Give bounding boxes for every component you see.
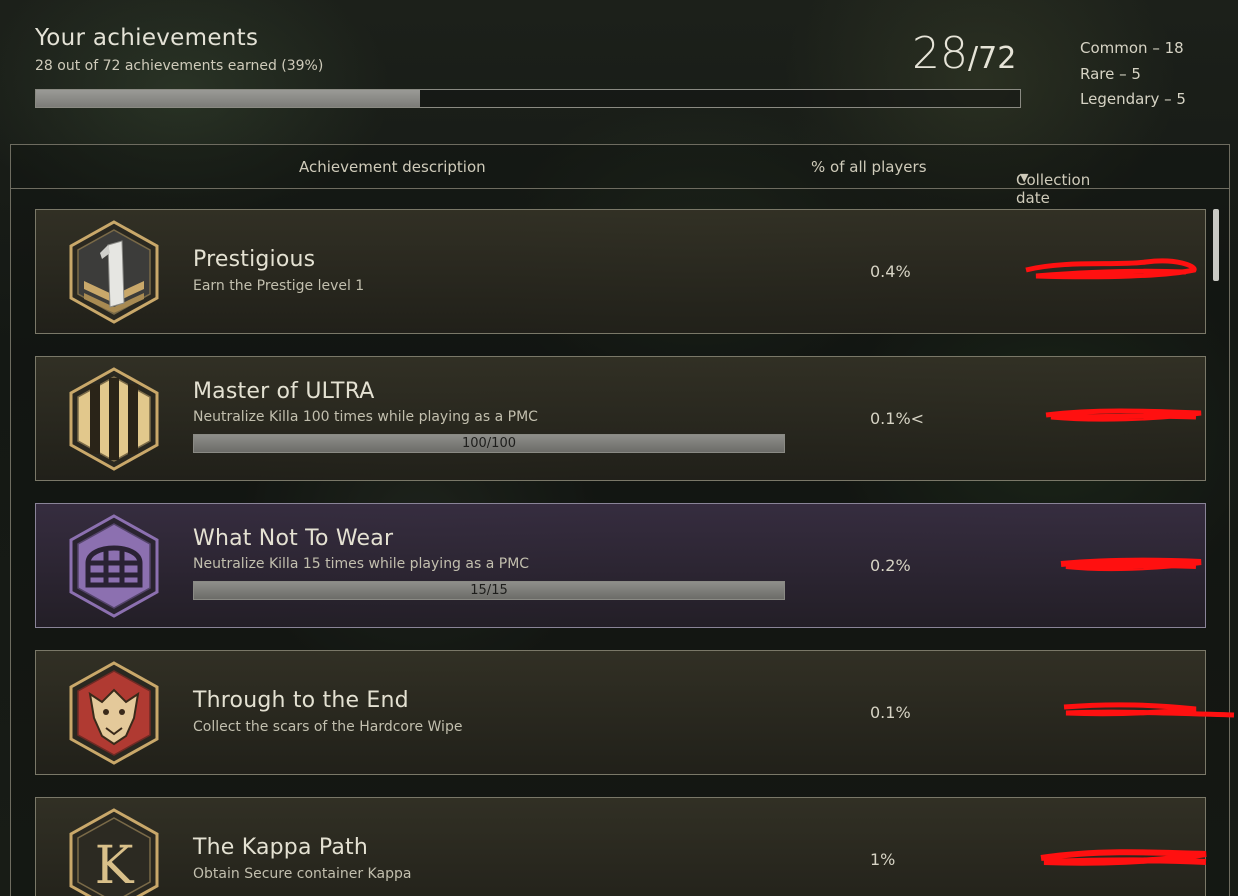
column-header: Achievement description % of all players…	[11, 145, 1229, 207]
achievement-description: Neutralize Killa 100 times while playing…	[193, 409, 538, 425]
achievement-row[interactable]: Through to the End Collect the scars of …	[35, 650, 1235, 775]
achievement-title: Through to the End	[193, 688, 409, 713]
achievement-description: Neutralize Killa 15 times while playing …	[193, 556, 530, 572]
earned-count: 28	[912, 28, 968, 79]
achievement-progress-bar: 100/100	[193, 434, 785, 453]
total-count: 72	[978, 41, 1017, 76]
count-slash: /	[968, 41, 979, 76]
page-title: Your achievements	[35, 25, 259, 51]
overall-progress-fill	[36, 90, 420, 107]
rarity-rare: Rare – 5	[1080, 64, 1141, 83]
achievement-row[interactable]: What Not To Wear Neutralize Killa 15 tim…	[35, 503, 1206, 628]
achievements-summary: 28 out of 72 achievements earned (39%)	[35, 58, 324, 74]
achievement-percent: 0.1%<	[870, 409, 925, 428]
achievements-panel: Achievement description % of all players…	[10, 144, 1235, 896]
achievement-description: Obtain Secure container Kappa	[193, 866, 412, 882]
achievement-percent: 1%	[870, 850, 896, 869]
kappa-icon: K	[69, 808, 159, 896]
rarity-common: Common – 18	[1080, 39, 1184, 57]
achievement-row[interactable]: Master of ULTRA Neutralize Killa 100 tim…	[35, 356, 1206, 481]
achievement-percent: 0.1%	[870, 703, 911, 722]
redacted-date-scribble	[1025, 258, 1197, 280]
beast-icon	[69, 661, 159, 765]
achievement-title: What Not To Wear	[193, 526, 394, 551]
overall-progress-bar	[35, 89, 1021, 108]
achievement-row[interactable]: Prestigious Earn the Prestige level 1 0.…	[35, 209, 1206, 334]
redacted-date-scribble	[1040, 849, 1207, 866]
rarity-legendary: Legendary – 5	[1080, 90, 1186, 108]
achievement-title: The Kappa Path	[193, 835, 368, 860]
achievement-progress-bar: 15/15	[193, 581, 785, 600]
helmet-icon	[69, 514, 159, 618]
column-percent: % of all players	[811, 158, 927, 176]
achievements-header: Your achievements 28 out of 72 achieveme…	[0, 0, 1238, 140]
column-description: Achievement description	[299, 158, 486, 176]
redacted-date-scribble	[1045, 408, 1202, 422]
achievement-percent: 0.2%	[870, 556, 911, 575]
stripes-icon	[69, 367, 159, 471]
achievement-description: Collect the scars of the Hardcore Wipe	[193, 719, 463, 735]
achievement-percent: 0.4%	[870, 262, 911, 281]
svg-text:K: K	[95, 836, 135, 896]
achievement-row[interactable]: K The Kappa Path Obtain Secure container…	[35, 797, 1207, 896]
chevron-down-icon: ▼	[1020, 171, 1029, 184]
achievement-title: Master of ULTRA	[193, 379, 375, 404]
achievement-description: Earn the Prestige level 1	[193, 278, 365, 294]
redacted-date-scribble	[1060, 557, 1202, 572]
rarity-breakdown: Common – 18 Rare – 5 Legendary – 5	[1080, 36, 1186, 113]
achievement-count: 28/72	[912, 28, 1016, 79]
redacted-date-scribble	[1063, 702, 1235, 718]
achievement-title: Prestigious	[193, 247, 316, 272]
prestige-1-icon	[69, 220, 159, 324]
